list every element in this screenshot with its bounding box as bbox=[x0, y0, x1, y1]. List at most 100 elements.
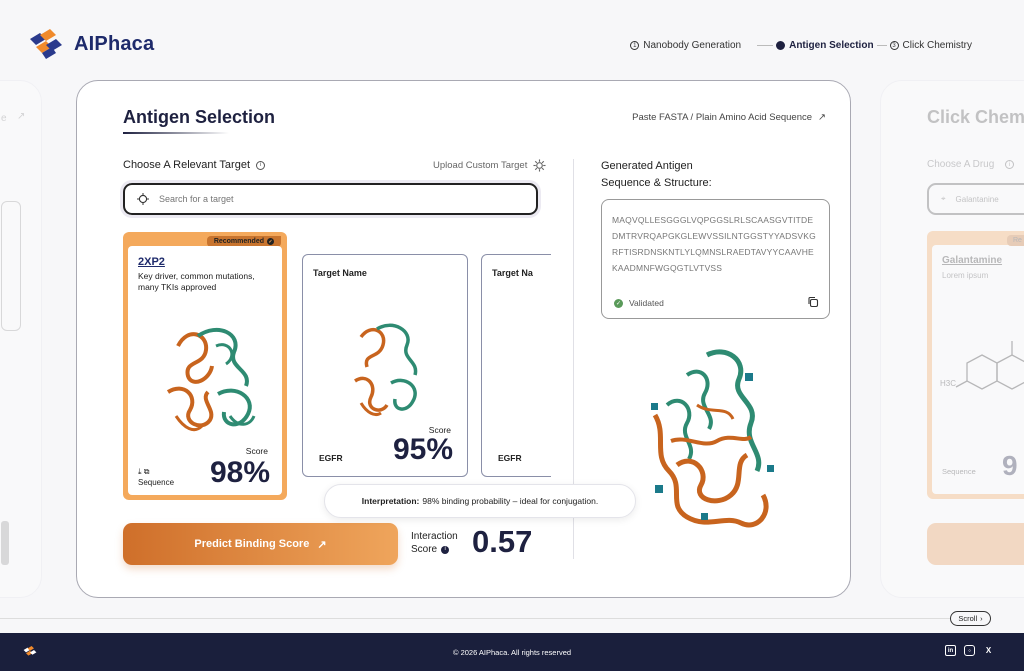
ghost-search-value: Galantanine bbox=[955, 194, 999, 204]
scroll-button[interactable]: Scroll › bbox=[950, 611, 991, 626]
interaction-label-line1: Interaction bbox=[411, 531, 458, 542]
interpretation-banner: Interpretation: 98% binding probability … bbox=[324, 484, 636, 518]
previous-step-card[interactable]: e ↗ bbox=[0, 80, 42, 598]
badge-label: Recommended bbox=[213, 238, 264, 245]
gear-icon bbox=[533, 159, 546, 172]
generated-antigen-title: Generated Antigen Sequence & Structure: bbox=[601, 158, 712, 191]
generated-sequence-box: MAQVQLLESGGGLVQPGGSLRLSCAASGVTITDEDMTRVR… bbox=[601, 199, 830, 319]
step-connector bbox=[757, 45, 774, 46]
card-title: Antigen Selection bbox=[123, 107, 276, 127]
target-card[interactable]: Target Na EGFR bbox=[481, 254, 551, 477]
protein-structure-image bbox=[354, 323, 418, 417]
target-card-body: 2XP2 Key driver, common mutations, many … bbox=[128, 246, 282, 495]
target-name: Target Na bbox=[492, 268, 533, 278]
ghost-text: e bbox=[1, 113, 7, 124]
footer: © 2026 AIPhaca. All rights reserved in ◦… bbox=[0, 633, 1024, 671]
scroll-track bbox=[0, 618, 950, 619]
crosshair-icon bbox=[137, 193, 149, 205]
validated-label: Validated bbox=[629, 298, 664, 308]
paste-fasta-link[interactable]: Paste FASTA / Plain Amino Acid Sequence … bbox=[632, 112, 826, 123]
next-step-card[interactable]: Click Chemi Choose A Drug i ⌖ Galantanin… bbox=[880, 80, 1024, 598]
interaction-score-label: Interaction Score i bbox=[411, 531, 458, 556]
target-search-bar[interactable] bbox=[123, 183, 538, 215]
check-circle-icon: ✓ bbox=[267, 238, 274, 245]
ghost-choose-label: Choose A Drug bbox=[927, 159, 995, 170]
paste-fasta-label: Paste FASTA / Plain Amino Acid Sequence bbox=[632, 112, 813, 123]
interpretation-text: 98% binding probability – ideal for conj… bbox=[422, 496, 599, 506]
upload-custom-target-button[interactable]: Upload Custom Target bbox=[433, 159, 546, 172]
instagram-icon[interactable]: ◦ bbox=[964, 645, 975, 656]
copy-icon[interactable] bbox=[807, 296, 819, 308]
step-label: Click Chemistry bbox=[902, 40, 972, 51]
target-card-selected[interactable]: Recommended ✓ 2XP2 Key driver, common mu… bbox=[123, 232, 287, 500]
chevron-right-icon: › bbox=[980, 614, 983, 623]
antigen-selection-card: Antigen Selection Paste FASTA / Plain Am… bbox=[76, 80, 851, 598]
molecule-structure-icon bbox=[955, 341, 1024, 390]
ghost-title: Click Chemi bbox=[927, 107, 1024, 127]
brand-logo-icon bbox=[30, 29, 62, 59]
info-icon[interactable]: i bbox=[256, 160, 265, 170]
scroll-label: Scroll bbox=[958, 614, 978, 623]
target-pdb-link[interactable]: 2XP2 bbox=[138, 256, 165, 268]
choose-target-label: Choose A Relevant Target i bbox=[123, 159, 265, 171]
upload-label: Upload Custom Target bbox=[433, 160, 528, 171]
step-label: Antigen Selection bbox=[789, 40, 874, 51]
interaction-label-line2: Score bbox=[411, 543, 438, 555]
target-cards-carousel[interactable]: Recommended ✓ 2XP2 Key driver, common mu… bbox=[121, 231, 551, 503]
score-label: Score bbox=[245, 446, 268, 456]
sequence-label: Sequence bbox=[138, 478, 175, 487]
target-card[interactable]: Target Name Score 95% EGFR bbox=[302, 254, 468, 477]
crosshair-icon: ⌖ bbox=[941, 194, 946, 203]
ghost-button bbox=[927, 523, 1024, 565]
step-nanobody-generation[interactable]: 1 Nanobody Generation bbox=[630, 40, 741, 51]
ghost-sequence-label: Sequence bbox=[942, 467, 976, 476]
generated-sequence: MAQVQLLESGGGLVQPGGSLRLSCAASGVTITDEDMTRVR… bbox=[612, 215, 816, 274]
ghost-drug-card: Galantamine Lorem ipsum H3C Sequence 9 R… bbox=[927, 231, 1024, 499]
check-circle-icon: ✓ bbox=[614, 298, 623, 308]
step-number: 2 bbox=[776, 41, 786, 50]
target-description: Key driver, common mutations, many TKIs … bbox=[138, 271, 255, 292]
target-gene: EGFR bbox=[319, 453, 343, 463]
title-underline bbox=[123, 132, 229, 134]
arrow-up-right-icon: ↗ bbox=[317, 538, 327, 551]
arrow-up-right-icon: ↗ bbox=[17, 111, 26, 122]
info-icon[interactable]: i bbox=[441, 545, 450, 554]
predict-label: Predict Binding Score bbox=[194, 538, 310, 550]
linkedin-icon[interactable]: in bbox=[945, 645, 956, 656]
ghost-score: 9 bbox=[1002, 450, 1018, 481]
interaction-score-value: 0.57 bbox=[472, 524, 533, 559]
generated-title-line1: Generated Antigen bbox=[601, 160, 693, 172]
step-antigen-selection[interactable]: 2 Antigen Selection bbox=[776, 40, 874, 51]
ghost-badge: Re bbox=[1007, 235, 1024, 246]
predict-binding-score-button[interactable]: Predict Binding Score ↗ bbox=[123, 523, 398, 565]
generated-title-line2: Sequence & Structure: bbox=[601, 176, 712, 189]
step-click-chemistry[interactable]: 3 Click Chemistry bbox=[889, 40, 972, 51]
search-input[interactable] bbox=[159, 194, 499, 204]
brand-logo[interactable]: AIPhaca bbox=[26, 27, 154, 61]
step-number: 1 bbox=[630, 41, 640, 50]
target-gene: EGFR bbox=[498, 453, 522, 463]
top-header: AIPhaca 1 Nanobody Generation 2 Antigen … bbox=[0, 0, 1024, 80]
step-number: 3 bbox=[889, 41, 899, 50]
protein-structure-image bbox=[166, 327, 256, 432]
ghost-drug-search: ⌖ Galantanine bbox=[927, 183, 1024, 215]
step-connector bbox=[876, 45, 887, 46]
ghost-button bbox=[1, 521, 9, 565]
download-icon[interactable]: ⤓ ⧉ bbox=[138, 467, 149, 477]
step-label: Nanobody Generation bbox=[643, 40, 742, 51]
copyright-text: © 2026 AIPhaca. All rights reserved bbox=[452, 648, 572, 657]
brand-name: AIPhaca bbox=[74, 32, 155, 55]
info-icon: i bbox=[1005, 160, 1014, 169]
x-twitter-icon[interactable]: X bbox=[983, 645, 994, 656]
arrow-up-right-icon: ↗ bbox=[818, 112, 826, 123]
validated-status: ✓ Validated bbox=[614, 298, 664, 308]
social-links: in ◦ X bbox=[945, 645, 994, 656]
ghost-drug-name: Galantamine bbox=[942, 255, 1003, 266]
step-progress: 1 Nanobody Generation 2 Antigen Selectio… bbox=[630, 40, 972, 51]
ghost-chem-label: H3C bbox=[940, 379, 957, 388]
ghost-box bbox=[1, 201, 21, 331]
ghost-drug-desc: Lorem ipsum bbox=[942, 271, 989, 280]
score-value: 98% bbox=[209, 456, 270, 489]
interpretation-label: Interpretation: bbox=[361, 496, 420, 506]
target-name: Target Name bbox=[313, 268, 367, 278]
